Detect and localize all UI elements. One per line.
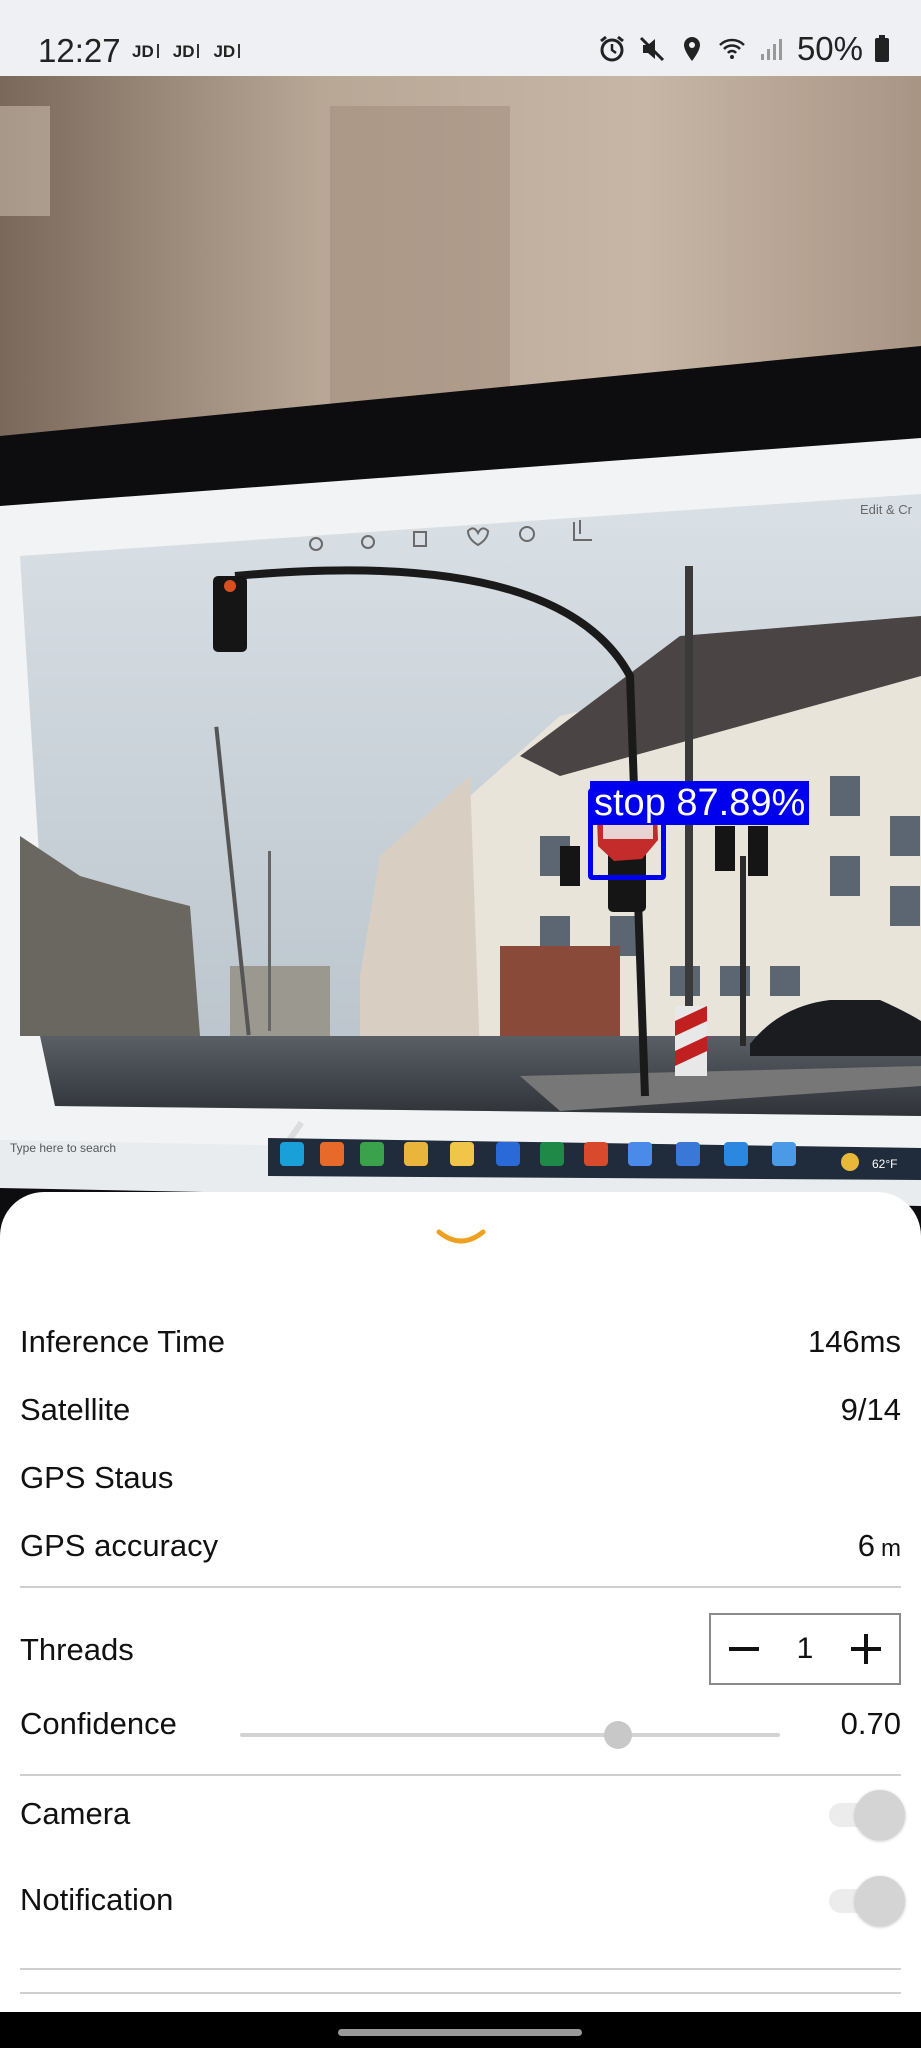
confidence-slider[interactable] <box>240 1720 780 1750</box>
battery-percent: 50% <box>796 30 863 67</box>
notification-toggle[interactable] <box>825 1876 905 1926</box>
slider-track[interactable] <box>240 1733 780 1737</box>
threads-decrement-button[interactable] <box>725 1630 763 1668</box>
signal-icon <box>760 39 782 60</box>
status-bar: 12:27 JD JD JD 50% <box>0 0 921 76</box>
gps-accuracy-number: 6 <box>857 1528 875 1563</box>
home-gesture-pill[interactable] <box>338 2029 582 2036</box>
divider <box>20 1586 901 1588</box>
detection-label: stop 87.89% <box>590 781 810 825</box>
toggle-knob <box>855 1790 905 1840</box>
gps-status-label: GPS Staus <box>20 1460 174 1495</box>
carrier-label: JD <box>173 42 200 62</box>
threads-row: Threads <box>20 1628 134 1672</box>
satellite-label: Satellite <box>20 1392 131 1427</box>
chevron-down-icon[interactable] <box>436 1226 486 1252</box>
divider <box>20 1968 901 1970</box>
wifi-icon <box>719 38 745 59</box>
inference-time-row: Inference Time 146ms <box>20 1320 901 1364</box>
notification-toggle-label: Notification <box>20 1882 174 1917</box>
location-icon <box>683 37 700 61</box>
carrier-indicators: JD JD JD <box>132 42 240 62</box>
confidence-label: Confidence <box>20 1706 177 1741</box>
gps-accuracy-unit: m <box>881 1535 901 1562</box>
mute-icon <box>639 36 664 62</box>
minus-icon <box>729 1647 759 1651</box>
gps-accuracy-row: GPS accuracy 6m <box>20 1524 901 1568</box>
screen-toolbar-text: Edit & Cr <box>860 502 913 517</box>
plus-icon <box>851 1634 881 1664</box>
confidence-value: 0.70 <box>840 1706 901 1741</box>
taskbar-weather-text: 62°F <box>872 1157 897 1171</box>
camera-toggle[interactable] <box>825 1790 905 1840</box>
threads-value: 1 <box>796 1632 814 1665</box>
battery-icon <box>875 35 889 62</box>
gps-status-row: GPS Staus <box>20 1456 901 1500</box>
toggle-knob <box>855 1876 905 1926</box>
bottom-sheet: Inference Time 146ms Satellite 9/14 GPS … <box>0 1192 921 2012</box>
alarm-icon <box>600 35 624 62</box>
taskbar-search-text: Type here to search <box>10 1141 116 1155</box>
satellite-value: 9/14 <box>840 1392 901 1427</box>
threads-label: Threads <box>20 1632 134 1667</box>
inference-time-label: Inference Time <box>20 1324 226 1359</box>
status-icons: 50% <box>597 30 891 68</box>
gps-accuracy-value: 6m <box>858 1528 901 1564</box>
carrier-label: JD <box>213 42 240 62</box>
status-time: 12:27 <box>38 32 121 69</box>
camera-toggle-row: Camera <box>20 1792 130 1836</box>
divider <box>20 1774 901 1776</box>
gps-accuracy-label: GPS accuracy <box>20 1528 219 1563</box>
camera-toggle-label: Camera <box>20 1796 131 1831</box>
divider <box>20 1992 901 1994</box>
threads-increment-button[interactable] <box>847 1630 885 1668</box>
navigation-bar <box>0 2012 921 2048</box>
satellite-row: Satellite 9/14 <box>20 1388 901 1432</box>
carrier-label: JD <box>132 42 159 62</box>
camera-preview[interactable]: Edit & Cr Type here to search 62°F stop … <box>0 76 921 1226</box>
inference-time-value: 146ms <box>807 1324 901 1359</box>
camera-scene: Edit & Cr Type here to search 62°F <box>0 76 921 1226</box>
slider-thumb[interactable] <box>604 1721 632 1749</box>
threads-stepper: 1 <box>709 1613 901 1685</box>
notification-toggle-row: Notification <box>20 1878 173 1922</box>
